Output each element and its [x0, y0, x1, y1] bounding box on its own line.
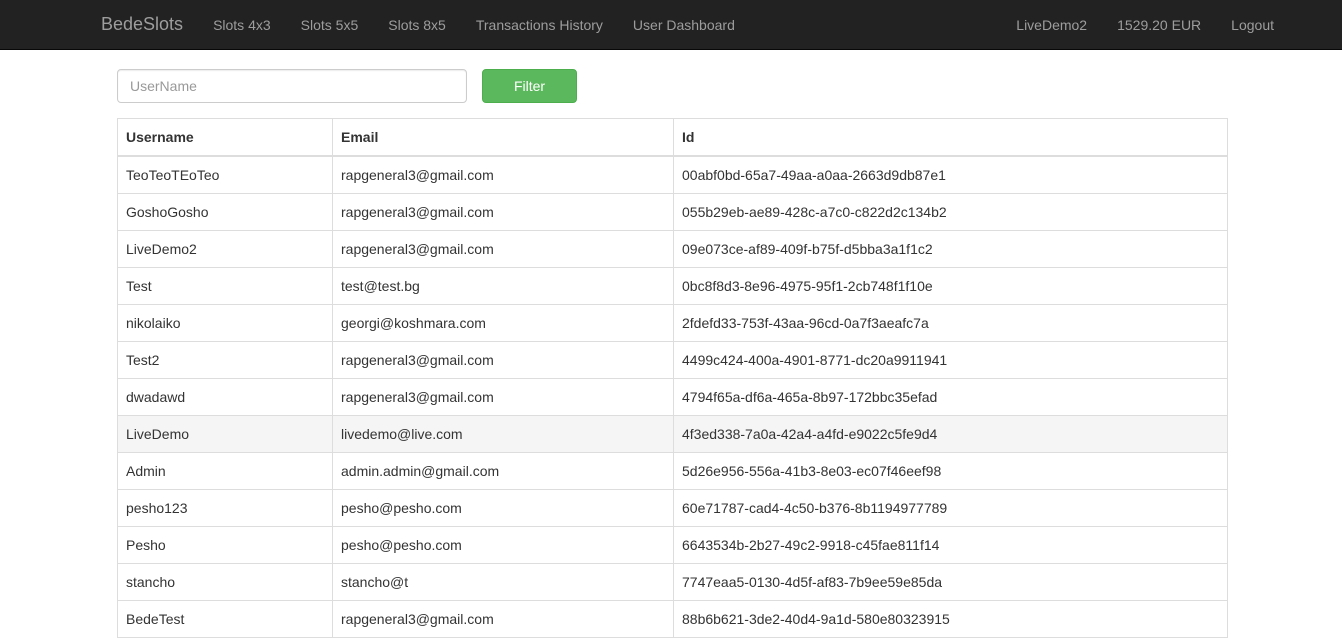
- cell-id: 0bc8f8d3-8e96-4975-95f1-2cb748f1f10e: [673, 267, 1228, 305]
- users-table-body: TeoTeoTEoTeo rapgeneral3@gmail.com 00abf…: [117, 155, 1228, 638]
- cell-id: 00abf0bd-65a7-49aa-a0aa-2663d9db87e1: [673, 155, 1228, 194]
- table-row[interactable]: BedeTest rapgeneral3@gmail.com 88b6b621-…: [117, 600, 1228, 638]
- cell-email: pesho@pesho.com: [332, 526, 674, 564]
- nav-transactions-history[interactable]: Transactions History: [476, 17, 603, 33]
- cell-username: GoshoGosho: [117, 193, 333, 231]
- cell-id: 4499c424-400a-4901-8771-dc20a9911941: [673, 341, 1228, 379]
- table-row[interactable]: pesho123 pesho@pesho.com 60e71787-cad4-4…: [117, 489, 1228, 527]
- table-row[interactable]: LiveDemo2 rapgeneral3@gmail.com 09e073ce…: [117, 230, 1228, 268]
- cell-email: rapgeneral3@gmail.com: [332, 155, 674, 194]
- nav-balance[interactable]: 1529.20 EUR: [1117, 17, 1201, 33]
- nav-slots-8x5[interactable]: Slots 8x5: [388, 17, 446, 33]
- users-table-header: Username Email Id: [117, 118, 1228, 157]
- users-table: Username Email Id TeoTeoTEoTeo rapgenera…: [117, 118, 1228, 638]
- nav-username[interactable]: LiveDemo2: [1016, 17, 1087, 33]
- cell-id: 7747eaa5-0130-4d5f-af83-7b9ee59e85da: [673, 563, 1228, 601]
- cell-username: Pesho: [117, 526, 333, 564]
- column-header-username[interactable]: Username: [117, 118, 333, 157]
- cell-email: livedemo@live.com: [332, 415, 674, 453]
- cell-username: Test2: [117, 341, 333, 379]
- cell-username: stancho: [117, 563, 333, 601]
- filter-button[interactable]: Filter: [482, 69, 577, 103]
- cell-username: pesho123: [117, 489, 333, 527]
- table-row[interactable]: Test2 rapgeneral3@gmail.com 4499c424-400…: [117, 341, 1228, 379]
- logout-link[interactable]: Logout: [1231, 17, 1274, 33]
- table-row[interactable]: TeoTeoTEoTeo rapgeneral3@gmail.com 00abf…: [117, 155, 1228, 194]
- cell-email: rapgeneral3@gmail.com: [332, 378, 674, 416]
- top-navbar: BedeSlots Slots 4x3 Slots 5x5 Slots 8x5 …: [0, 0, 1342, 50]
- cell-id: 60e71787-cad4-4c50-b376-8b1194977789: [673, 489, 1228, 527]
- cell-email: stancho@t: [332, 563, 674, 601]
- cell-username: TeoTeoTEoTeo: [117, 155, 333, 194]
- cell-username: LiveDemo2: [117, 230, 333, 268]
- main-nav: Slots 4x3 Slots 5x5 Slots 8x5 Transactio…: [213, 17, 765, 33]
- cell-username: Test: [117, 267, 333, 305]
- table-row-hovered[interactable]: LiveDemo livedemo@live.com 4f3ed338-7a0a…: [117, 415, 1228, 453]
- cell-username: nikolaiko: [117, 304, 333, 342]
- cell-email: rapgeneral3@gmail.com: [332, 230, 674, 268]
- column-header-id[interactable]: Id: [673, 118, 1228, 157]
- cell-id: 5d26e956-556a-41b3-8e03-ec07f46eef98: [673, 452, 1228, 490]
- cell-id: 09e073ce-af89-409f-b75f-d5bba3a1f1c2: [673, 230, 1228, 268]
- table-row[interactable]: Test test@test.bg 0bc8f8d3-8e96-4975-95f…: [117, 267, 1228, 305]
- cell-email: test@test.bg: [332, 267, 674, 305]
- nav-slots-5x5[interactable]: Slots 5x5: [301, 17, 359, 33]
- nav-slots-4x3[interactable]: Slots 4x3: [213, 17, 271, 33]
- cell-id: 055b29eb-ae89-428c-a7c0-c822d2c134b2: [673, 193, 1228, 231]
- filter-form: Filter: [117, 69, 1227, 103]
- table-row[interactable]: stancho stancho@t 7747eaa5-0130-4d5f-af8…: [117, 563, 1228, 601]
- cell-email: admin.admin@gmail.com: [332, 452, 674, 490]
- cell-email: rapgeneral3@gmail.com: [332, 600, 674, 638]
- user-nav: LiveDemo2 1529.20 EUR Logout: [1016, 17, 1274, 33]
- table-row[interactable]: Admin admin.admin@gmail.com 5d26e956-556…: [117, 452, 1228, 490]
- table-row[interactable]: GoshoGosho rapgeneral3@gmail.com 055b29e…: [117, 193, 1228, 231]
- table-row[interactable]: nikolaiko georgi@koshmara.com 2fdefd33-7…: [117, 304, 1228, 342]
- column-header-email[interactable]: Email: [332, 118, 674, 157]
- cell-id: 6643534b-2b27-49c2-9918-c45fae811f14: [673, 526, 1228, 564]
- header-row: Username Email Id: [117, 118, 1228, 157]
- brand-link[interactable]: BedeSlots: [101, 14, 183, 35]
- cell-email: georgi@koshmara.com: [332, 304, 674, 342]
- cell-id: 88b6b621-3de2-40d4-9a1d-580e80323915: [673, 600, 1228, 638]
- cell-email: pesho@pesho.com: [332, 489, 674, 527]
- cell-username: LiveDemo: [117, 415, 333, 453]
- cell-id: 2fdefd33-753f-43aa-96cd-0a7f3aeafc7a: [673, 304, 1228, 342]
- cell-username: BedeTest: [117, 600, 333, 638]
- main-content: Filter Username Email Id TeoTeoTEoTeo ra…: [117, 69, 1228, 638]
- table-row[interactable]: Pesho pesho@pesho.com 6643534b-2b27-49c2…: [117, 526, 1228, 564]
- table-row[interactable]: dwadawd rapgeneral3@gmail.com 4794f65a-d…: [117, 378, 1228, 416]
- nav-user-dashboard[interactable]: User Dashboard: [633, 17, 735, 33]
- cell-email: rapgeneral3@gmail.com: [332, 193, 674, 231]
- cell-username: dwadawd: [117, 378, 333, 416]
- cell-username: Admin: [117, 452, 333, 490]
- cell-id: 4794f65a-df6a-465a-8b97-172bbc35efad: [673, 378, 1228, 416]
- cell-id: 4f3ed338-7a0a-42a4-a4fd-e9022c5fe9d4: [673, 415, 1228, 453]
- navbar-inner: BedeSlots Slots 4x3 Slots 5x5 Slots 8x5 …: [101, 0, 1274, 49]
- username-filter-input[interactable]: [117, 69, 467, 103]
- cell-email: rapgeneral3@gmail.com: [332, 341, 674, 379]
